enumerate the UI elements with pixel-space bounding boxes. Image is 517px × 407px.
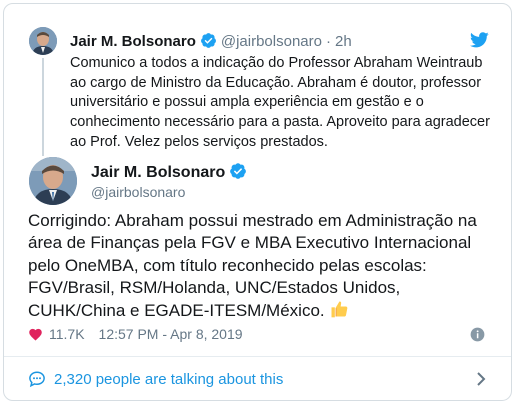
- thumbs-up-emoji-icon: [331, 301, 347, 318]
- parent-tweet-header: Jair M. Bolsonaro @jairbolsonaro · 2h: [70, 32, 352, 51]
- like-count[interactable]: 11.7K: [49, 326, 85, 342]
- author-name[interactable]: Jair M. Bolsonaro: [91, 164, 225, 181]
- conversation-link[interactable]: 2,320 people are talking about this: [4, 357, 511, 400]
- main-tweet-text: Corrigindo: Abraham possui mestrado em A…: [28, 211, 477, 321]
- parent-tweet-text: Comunico a todos a indicação do Professo…: [70, 55, 490, 150]
- twitter-bird-icon[interactable]: [470, 32, 489, 48]
- tweet-time[interactable]: 2h: [335, 33, 352, 50]
- verified-badge-icon: [230, 163, 247, 179]
- speech-bubbles-icon: [29, 371, 45, 388]
- heart-icon[interactable]: [28, 327, 43, 342]
- tweet-timestamp[interactable]: 12:57 PM - Apr 8, 2019: [99, 326, 243, 342]
- talking-about-label[interactable]: 2,320 people are talking about this: [54, 371, 283, 388]
- author-handle[interactable]: @jairbolsonaro: [91, 184, 185, 200]
- author-name[interactable]: Jair M. Bolsonaro: [70, 33, 196, 50]
- separator-dot: ·: [325, 33, 331, 50]
- verified-badge-icon: [200, 33, 216, 48]
- main-author-name-row: Jair M. Bolsonaro: [91, 162, 247, 182]
- avatar[interactable]: [29, 157, 77, 205]
- avatar[interactable]: [29, 27, 57, 55]
- thread-line: [42, 58, 44, 156]
- main-tweet-text-block: Corrigindo: Abraham possui mestrado em A…: [28, 210, 498, 322]
- chevron-right-icon[interactable]: [475, 371, 487, 387]
- author-handle[interactable]: @jairbolsonaro: [221, 33, 322, 50]
- tweet-embed-card: Jair M. Bolsonaro @jairbolsonaro · 2h Comun…: [3, 3, 512, 401]
- info-icon[interactable]: [470, 327, 485, 342]
- parent-tweet[interactable]: Jair M. Bolsonaro @jairbolsonaro · 2h Comun…: [4, 4, 511, 156]
- tweet-meta: 11.7K 12:57 PM - Apr 8, 2019: [28, 326, 243, 342]
